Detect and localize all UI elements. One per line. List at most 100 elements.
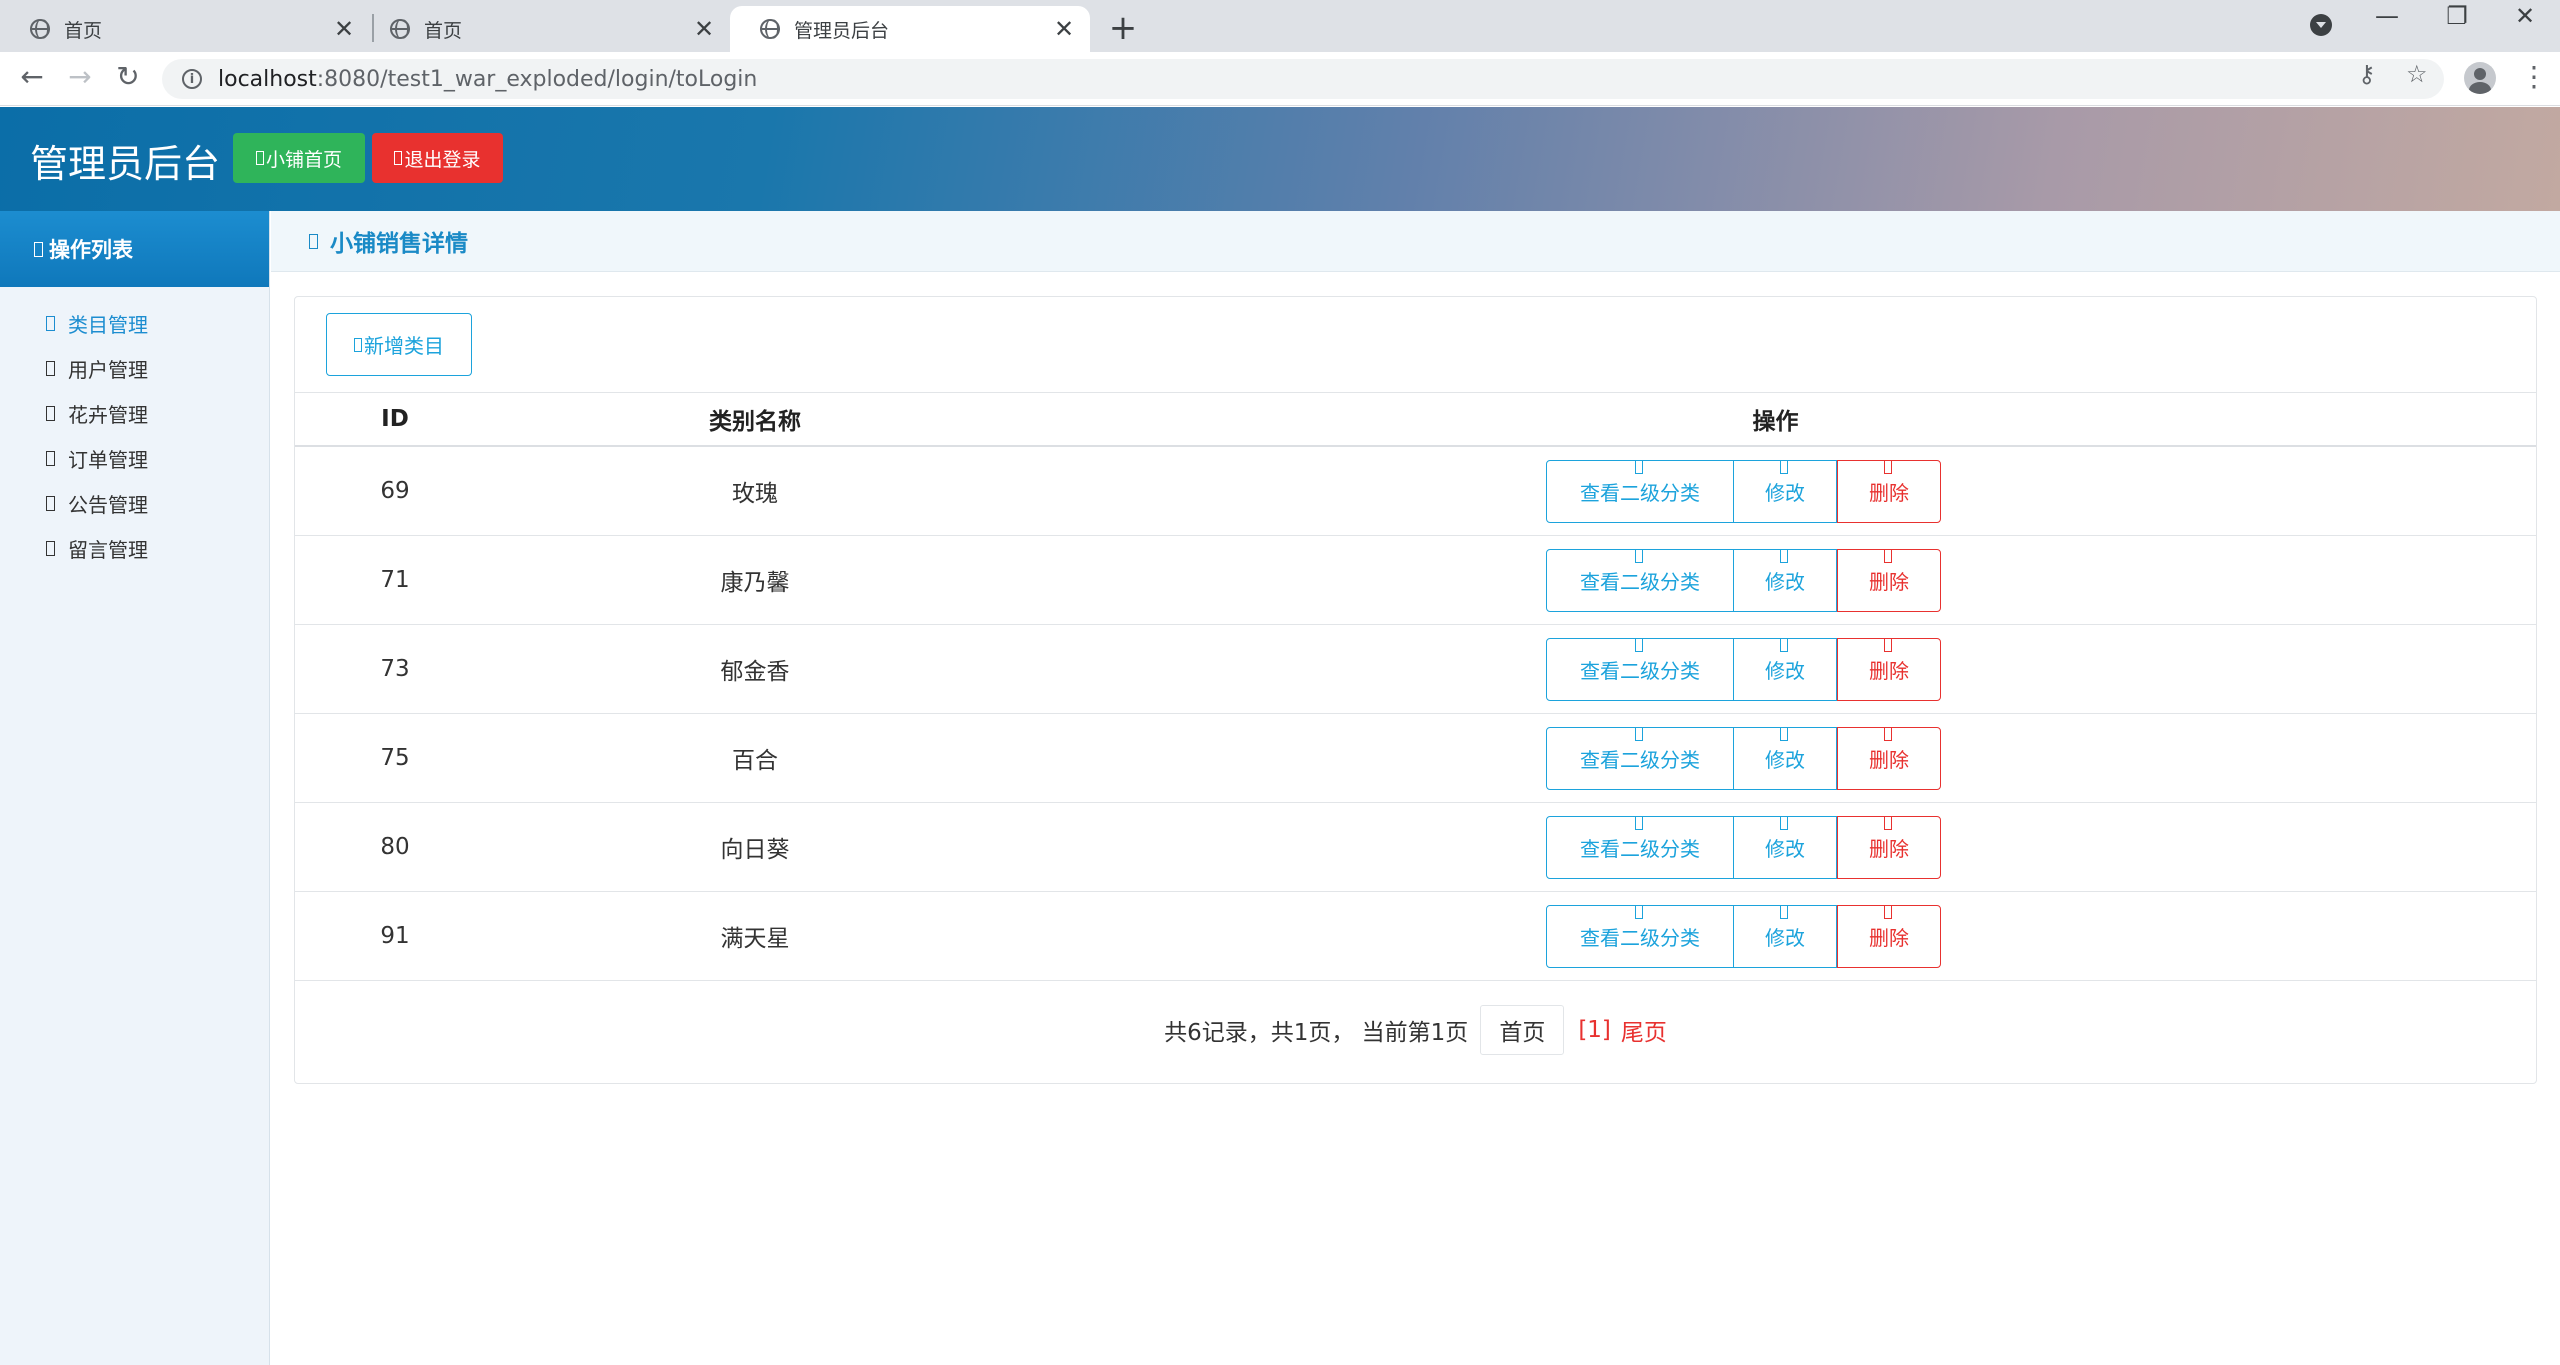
list-icon <box>34 241 43 257</box>
cell-name: 玫瑰 <box>732 481 778 507</box>
pager-current-page[interactable]: [1] <box>1578 1017 1611 1043</box>
cell-id: 91 <box>380 923 410 949</box>
view-subcategory-button[interactable]: 查看二级分类 <box>1546 638 1734 701</box>
edit-button[interactable]: 修改 <box>1734 638 1837 701</box>
sidebar-item-flowers[interactable]: 花卉管理 <box>0 391 269 436</box>
add-category-button[interactable]: 新增类目 <box>326 313 472 376</box>
globe-icon <box>390 19 410 39</box>
menu-icon[interactable]: ⋮ <box>2520 60 2548 93</box>
view-subcategory-button[interactable]: 查看二级分类 <box>1546 727 1734 790</box>
delete-button[interactable]: 删除 <box>1837 727 1941 790</box>
table-row: 80 向日葵 查看二级分类 修改 删除 <box>295 803 2536 892</box>
view-subcategory-label: 查看二级分类 <box>1580 661 1700 683</box>
back-icon[interactable]: ← <box>14 60 50 93</box>
view-subcategory-button[interactable]: 查看二级分类 <box>1546 816 1734 879</box>
notice-icon <box>46 496 55 511</box>
logout-button[interactable]: 退出登录 <box>372 133 503 183</box>
user-icon <box>46 361 55 376</box>
category-table: ID 类别名称 操作 69 玫瑰 查看二级分类 修改 删除 71 康乃馨 查看二级分类 修改 删除… <box>295 392 2536 981</box>
tab-title: 首页 <box>64 19 103 42</box>
flower-icon <box>46 406 55 421</box>
view-subcategory-label: 查看二级分类 <box>1580 750 1700 772</box>
tab-search-icon[interactable] <box>2310 14 2332 36</box>
home-icon <box>255 151 264 165</box>
edit-button[interactable]: 修改 <box>1734 549 1837 612</box>
edit-button[interactable]: 修改 <box>1734 816 1837 879</box>
cell-id: 69 <box>380 478 410 504</box>
restore-icon[interactable]: ❐ <box>2432 2 2482 30</box>
section-title: 小铺销售详情 <box>330 231 468 257</box>
view-subcategory-label: 查看二级分类 <box>1580 839 1700 861</box>
sidebar-item-notices[interactable]: 公告管理 <box>0 481 269 526</box>
category-panel: 新增类目 ID 类别名称 操作 69 玫瑰 查看二级分类 修改 删除 71 康乃馨 查看二级分… <box>294 296 2537 1084</box>
delete-button[interactable]: 删除 <box>1837 905 1941 968</box>
browser-tab[interactable]: 首页 ✕ <box>0 6 370 52</box>
row-actions: 查看二级分类 修改 删除 <box>1546 727 1941 790</box>
delete-button[interactable]: 删除 <box>1837 816 1941 879</box>
section-icon <box>309 233 318 249</box>
logout-icon <box>394 151 403 165</box>
new-tab-button[interactable]: + <box>1108 8 1138 48</box>
edit-label: 修改 <box>1765 661 1805 683</box>
close-icon[interactable]: ✕ <box>692 15 716 43</box>
forward-icon[interactable]: → <box>62 60 98 93</box>
pager-last-link[interactable]: 尾页 <box>1621 1013 1667 1047</box>
delete-button[interactable]: 删除 <box>1837 549 1941 612</box>
close-icon[interactable]: ✕ <box>332 15 356 43</box>
table-header: ID 类别名称 操作 <box>295 392 2536 447</box>
info-icon[interactable]: i <box>182 69 202 89</box>
shop-home-button[interactable]: 小铺首页 <box>233 133 365 183</box>
pager-first-link[interactable]: 首页 <box>1480 1005 1565 1055</box>
cell-name: 郁金香 <box>720 659 790 685</box>
star-icon[interactable]: ☆ <box>2406 60 2428 88</box>
url-host: localhost <box>218 66 317 92</box>
reload-icon[interactable]: ↻ <box>110 60 146 93</box>
view-subcategory-button[interactable]: 查看二级分类 <box>1546 549 1734 612</box>
sidebar-heading-label: 操作列表 <box>49 238 133 262</box>
delete-button[interactable]: 删除 <box>1837 460 1941 523</box>
delete-label: 删除 <box>1869 661 1909 683</box>
edit-label: 修改 <box>1765 572 1805 594</box>
key-icon[interactable]: ⚷ <box>2358 60 2376 88</box>
sidebar-item-label: 公告管理 <box>68 493 148 517</box>
sidebar-item-users[interactable]: 用户管理 <box>0 346 269 391</box>
window-close-icon[interactable]: ✕ <box>2500 2 2550 30</box>
edit-label: 修改 <box>1765 483 1805 505</box>
close-icon[interactable]: ✕ <box>1052 15 1076 43</box>
pagination: 共6记录，共1页， 当前第1页 首页 [1] 尾页 <box>295 1005 2536 1055</box>
address-bar: ← → ↻ i localhost:8080/test1_war_explode… <box>0 52 2560 106</box>
delete-label: 删除 <box>1869 572 1909 594</box>
table-body: 69 玫瑰 查看二级分类 修改 删除 71 康乃馨 查看二级分类 修改 删除 73 郁金香 查看二级分类… <box>295 447 2536 981</box>
profile-avatar[interactable] <box>2464 62 2496 94</box>
minimize-icon[interactable]: — <box>2362 2 2412 30</box>
edit-button[interactable]: 修改 <box>1734 727 1837 790</box>
order-icon <box>46 451 55 466</box>
tab-title: 管理员后台 <box>794 19 890 42</box>
view-subcategory-button[interactable]: 查看二级分类 <box>1546 460 1734 523</box>
table-row: 73 郁金香 查看二级分类 修改 删除 <box>295 625 2536 714</box>
sidebar: 操作列表 类目管理 用户管理 花卉管理 订单管理 公告管理 留言管理 <box>0 211 270 1365</box>
edit-button[interactable]: 修改 <box>1734 905 1837 968</box>
delete-label: 删除 <box>1869 750 1909 772</box>
cell-id: 80 <box>380 834 410 860</box>
browser-tab-bar: 首页 ✕ 首页 ✕ 管理员后台 ✕ + — ❐ ✕ <box>0 0 2560 52</box>
edit-button[interactable]: 修改 <box>1734 460 1837 523</box>
sidebar-item-orders[interactable]: 订单管理 <box>0 436 269 481</box>
view-subcategory-button[interactable]: 查看二级分类 <box>1546 905 1734 968</box>
cell-id: 73 <box>380 656 410 682</box>
column-header-name: 类别名称 <box>709 409 801 435</box>
delete-button[interactable]: 删除 <box>1837 638 1941 701</box>
sidebar-heading: 操作列表 <box>0 211 269 287</box>
category-icon <box>46 316 55 331</box>
url-input[interactable]: i localhost:8080/test1_war_exploded/logi… <box>162 59 2444 99</box>
cell-name: 康乃馨 <box>720 570 790 596</box>
table-row: 69 玫瑰 查看二级分类 修改 删除 <box>295 447 2536 536</box>
browser-tab-active[interactable]: 管理员后台 ✕ <box>730 6 1090 52</box>
sidebar-item-messages[interactable]: 留言管理 <box>0 526 269 571</box>
tab-title: 首页 <box>424 19 463 42</box>
sidebar-item-category[interactable]: 类目管理 <box>0 301 269 346</box>
view-subcategory-label: 查看二级分类 <box>1580 483 1700 505</box>
cell-id: 75 <box>380 745 410 771</box>
logout-label: 退出登录 <box>404 149 481 171</box>
browser-tab[interactable]: 首页 ✕ <box>360 6 730 52</box>
